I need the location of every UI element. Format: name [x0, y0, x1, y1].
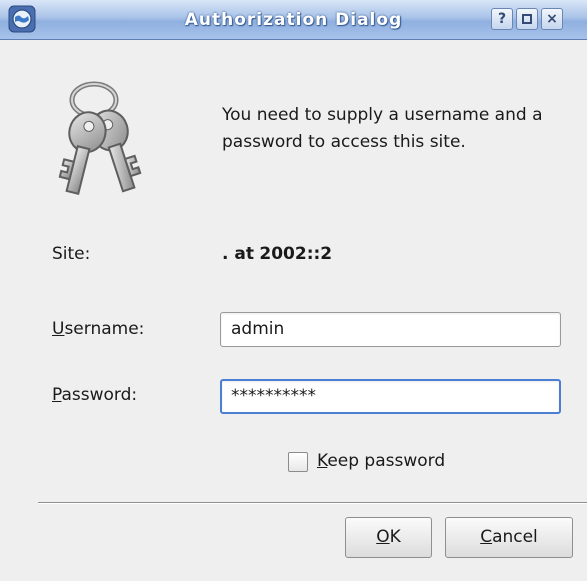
maximize-icon: [522, 14, 532, 24]
username-input[interactable]: admin: [220, 312, 561, 347]
password-mnemonic: P: [52, 385, 62, 405]
prompt-message: You need to supply a username and a pass…: [222, 105, 543, 152]
ok-label-text: K: [389, 527, 401, 547]
maximize-button[interactable]: [516, 8, 538, 30]
keep-password-label-text: eep password: [327, 451, 446, 471]
password-label: Password:: [52, 385, 137, 405]
cancel-mnemonic: C: [480, 527, 493, 547]
ok-mnemonic: O: [376, 527, 390, 547]
site-value: . at 2002::2: [222, 244, 332, 264]
keys-icon: [58, 81, 142, 196]
title-bar[interactable]: Authorization Dialog ? ×: [0, 0, 587, 40]
close-button[interactable]: ×: [541, 8, 563, 30]
cancel-label-text: ancel: [492, 527, 538, 547]
site-value-prefix: . at: [222, 244, 254, 264]
username-label: Username:: [52, 319, 144, 339]
cancel-button[interactable]: Cancel: [445, 517, 573, 558]
password-input[interactable]: **********: [220, 379, 561, 414]
keep-password-checkbox[interactable]: [288, 452, 308, 472]
site-label: Site:: [52, 244, 91, 264]
keep-password-mnemonic: K: [317, 451, 328, 471]
ok-button[interactable]: OK: [345, 517, 432, 558]
password-label-text: assword:: [61, 385, 138, 405]
username-label-text: sername:: [64, 319, 145, 339]
button-divider: [38, 502, 587, 504]
site-value-host: 2002::2: [259, 244, 333, 264]
username-mnemonic: U: [52, 319, 65, 339]
keep-password-label[interactable]: Keep password: [317, 451, 445, 471]
help-button[interactable]: ?: [491, 8, 513, 30]
